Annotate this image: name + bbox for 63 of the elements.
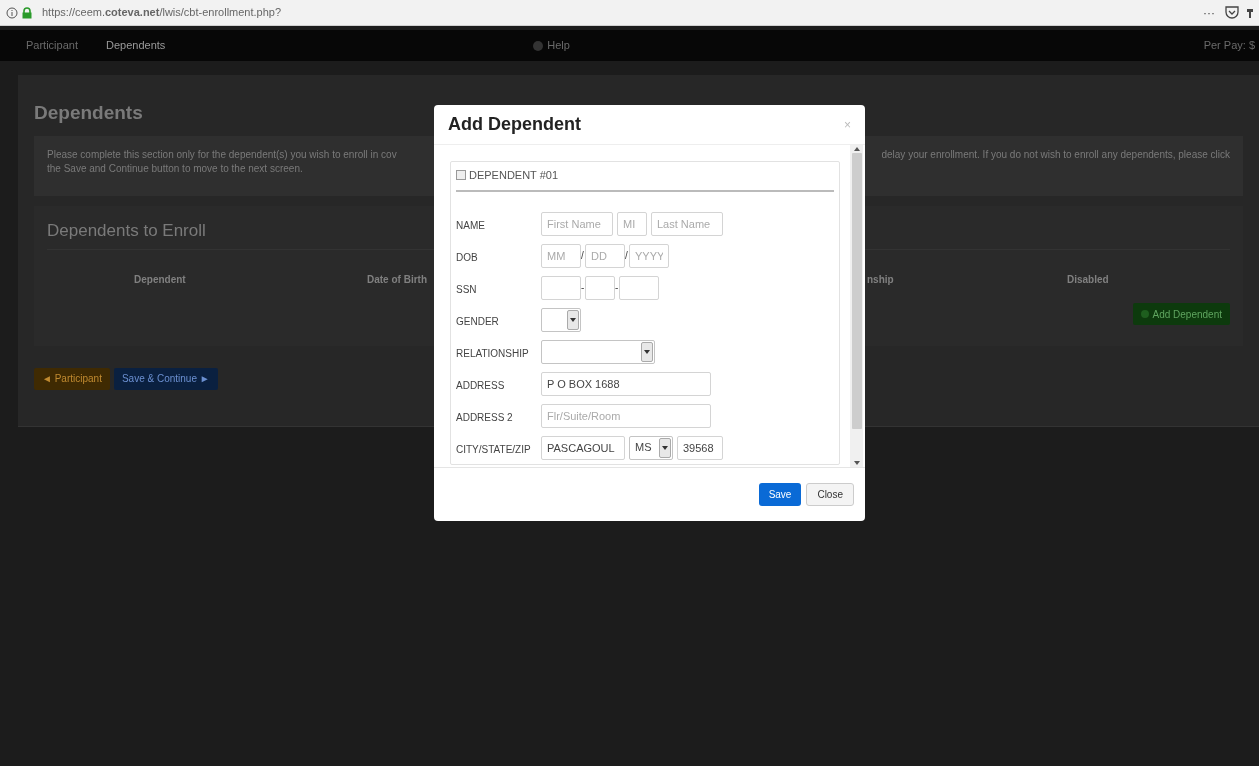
separator: - [581,281,585,295]
pocket-icon[interactable] [1225,6,1239,19]
select-field[interactable] [541,307,581,332]
input-field[interactable]: DD [585,243,625,268]
scrollbar[interactable] [850,145,863,467]
add-dependent-button[interactable]: Add Dependent [1133,303,1230,325]
menu-dots[interactable]: ··· [1203,3,1215,22]
caret-icon [641,341,653,362]
nav-link[interactable]: Participant [26,37,78,54]
scroll-down-icon[interactable] [853,461,860,465]
column-header: nship [867,273,895,287]
field-label: NAME [456,219,486,233]
input-field[interactable]: MM [541,243,581,268]
input-field[interactable]: Last Name [651,211,723,236]
scroll-thumb[interactable] [851,153,862,429]
field-label: ADDRESS [456,379,506,393]
input-field[interactable]: PASCAGOUL [541,435,625,460]
separator: / [625,249,629,263]
page-title: Dependents [34,101,143,125]
separator: / [581,249,585,263]
intro-text: the Save and Continue button to move to the next screen. [47,161,303,176]
column-header: Disabled [1067,273,1110,287]
input-field[interactable]: MI [617,211,647,236]
help-link[interactable]: Help [547,37,570,54]
input-field[interactable]: 39568 [677,435,723,460]
dependent-label: DEPENDENT #01 [469,168,559,183]
save-continue-button[interactable]: Save & Continue ► [113,367,218,390]
field-label: ADDRESS 2 [456,411,514,425]
url-text[interactable]: https://ceem.coteva.net/lwis/cbt-enrollment.php? [42,4,282,21]
field-label: RELATIONSHIP [456,347,530,361]
separator: - [615,281,619,295]
field-label: SSN [456,283,478,297]
input-field[interactable] [619,275,659,300]
field-label: DOB [456,251,479,265]
plus-icon [1141,310,1150,318]
select-field[interactable] [541,339,655,364]
toolbar-icon[interactable] [1247,6,1253,19]
back-button[interactable]: ◄ Participant [34,367,110,390]
nav-link[interactable]: Dependents [106,37,166,54]
column-header: Dependent [133,273,187,287]
input-field[interactable] [541,275,581,300]
input-field[interactable]: Flr/Suite/Room [541,403,711,428]
select-field[interactable]: MS [629,435,673,460]
section-title: Dependents to Enroll [47,219,206,242]
modal-title: Add Dependent [448,113,581,136]
info-icon [6,6,18,19]
input-field[interactable]: P O BOX 1688 [541,371,711,396]
field-label: CITY/STATE/ZIP [456,443,532,457]
per-pay-label: Per Pay: $ [1203,38,1255,54]
intro-text: Please complete this section only for the dependent(s) you wish to enroll in cov [47,147,397,162]
input-field[interactable]: First Name [541,211,613,236]
lock-icon [22,6,32,19]
column-header: Date of Birth [366,273,428,287]
help-icon [533,40,544,51]
close-dialog-button[interactable]: Close [806,483,854,506]
save-button[interactable]: Save [758,483,802,506]
caret-icon [659,437,671,458]
checkbox[interactable] [456,170,466,181]
caret-icon [567,309,579,330]
input-field[interactable] [585,275,615,300]
intro-text: delay your enrollment. If you do not wish to enroll any dependents, please click [881,147,1230,162]
field-label: GENDER [456,315,500,329]
scroll-up-icon[interactable] [853,147,860,151]
